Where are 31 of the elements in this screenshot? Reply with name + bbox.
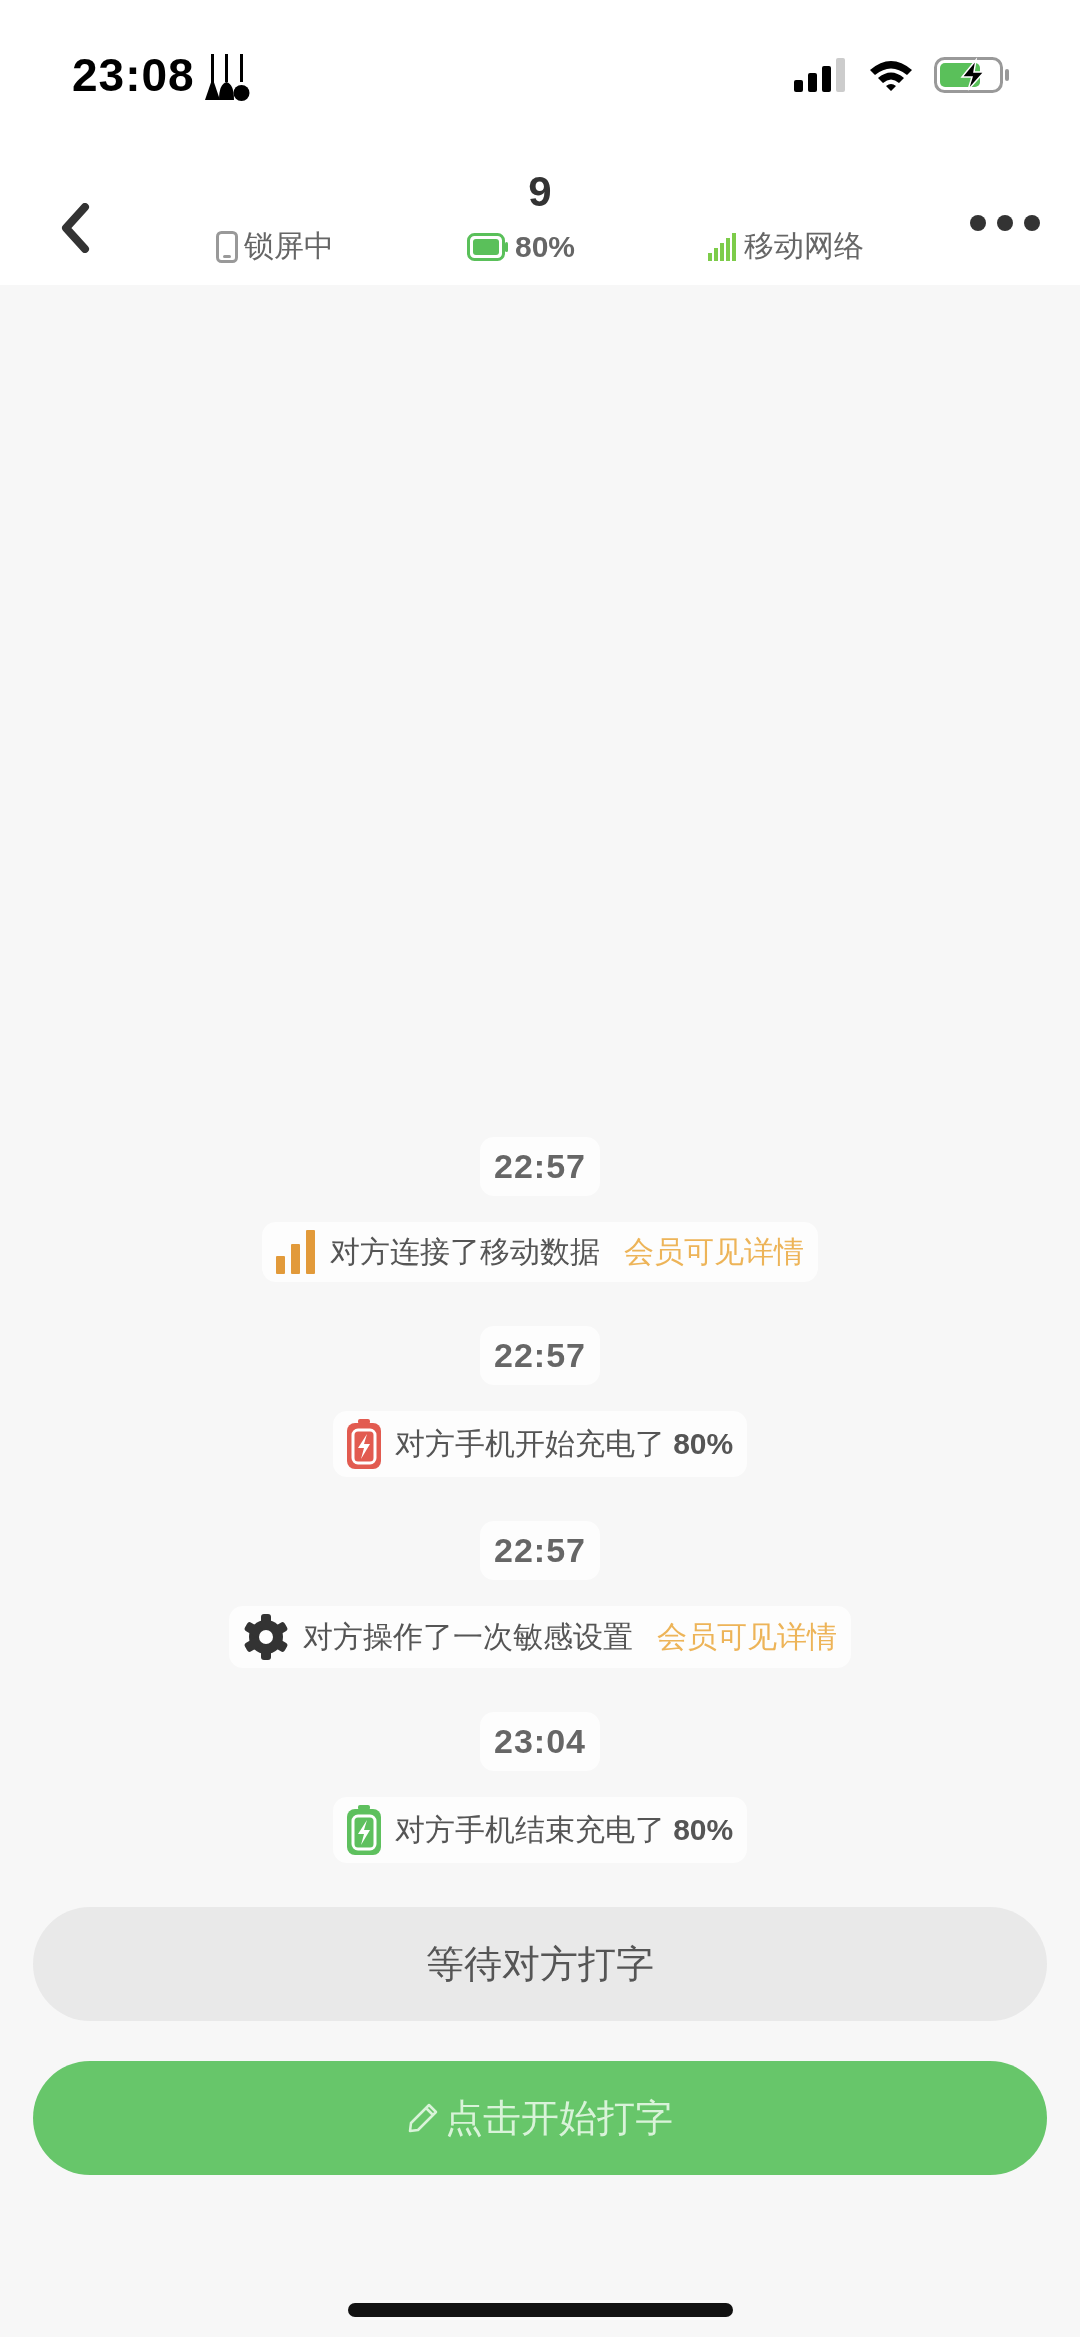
back-icon[interactable] xyxy=(60,202,90,253)
screen-status: 锁屏中 xyxy=(244,228,335,264)
signal-bars-icon xyxy=(276,1230,316,1274)
signal-bars-icon xyxy=(707,232,738,261)
battery-level: 80% xyxy=(514,229,575,264)
event-text: 对方操作了一次敏感设置 xyxy=(303,1618,633,1655)
member-details-link[interactable]: 会员可见详情 xyxy=(624,1231,804,1273)
cellular-signal-icon xyxy=(794,58,848,92)
event-time: 23:04 xyxy=(480,1712,600,1771)
guitars-icon xyxy=(202,52,251,102)
more-icon[interactable] xyxy=(969,213,1041,232)
event-text: 对方连接了移动数据 xyxy=(330,1233,600,1270)
event-time: 22:57 xyxy=(480,1137,600,1196)
battery-icon xyxy=(466,232,509,261)
event-time: 22:57 xyxy=(480,1521,600,1580)
battery-charging-icon xyxy=(934,57,1010,93)
network-type: 移动网络 xyxy=(743,228,864,264)
waiting-button[interactable]: 等待对方打字 xyxy=(33,1907,1047,2021)
clock-time: 23:08 xyxy=(72,48,195,102)
contact-title: 9 xyxy=(528,168,552,216)
battery-charging-icon xyxy=(346,1805,381,1855)
start-typing-button[interactable]: 点击开始打字 xyxy=(33,2061,1047,2175)
phone-icon xyxy=(216,230,239,263)
event-text: 对方手机结束充电了 80% xyxy=(394,1811,734,1848)
event-text: 对方手机开始充电了 80% xyxy=(394,1425,734,1462)
member-details-link[interactable]: 会员可见详情 xyxy=(657,1616,837,1658)
event-time: 22:57 xyxy=(480,1326,600,1385)
settings-icon xyxy=(243,1614,289,1660)
pencil-icon xyxy=(407,2102,439,2134)
wifi-icon xyxy=(868,58,914,92)
battery-charging-icon xyxy=(346,1419,381,1469)
